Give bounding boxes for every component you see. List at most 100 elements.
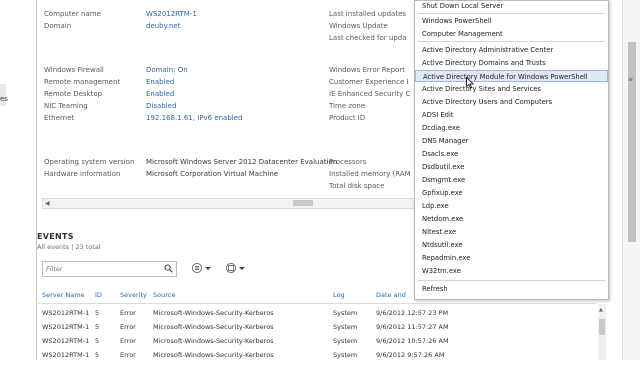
mouse-pointer-icon [466,76,475,91]
menu-item-ad-users-and-computers[interactable]: Active Directory Users and Computers [415,96,608,108]
cell-log: System [333,351,358,359]
nav-item-label[interactable]: es [0,95,8,103]
window-vertical-scrollbar[interactable]: ≡ [622,0,640,360]
menu-item-label: Ldp.exe [422,202,449,210]
table-row[interactable]: WS2012RTM-1 5 Error Microsoft-Windows-Se… [36,337,596,351]
menu-separator [418,13,605,14]
domain-label: Domain [44,22,72,30]
cell-server-name: WS2012RTM-1 [42,351,90,359]
list-options-icon [191,262,211,274]
menu-separator [418,280,605,281]
menu-item-w32tm[interactable]: W32tm.exe [415,265,608,277]
cell-log: System [333,337,358,345]
column-header-source[interactable]: Source [153,291,175,299]
cell-source: Microsoft-Windows-Security-Kerberos [153,323,274,331]
events-subtitle: All events | 23 total [37,243,101,251]
menu-item-dns-manager[interactable]: DNS Manager [415,135,608,147]
scrollbar-thumb[interactable] [599,319,605,335]
cell-server-name: WS2012RTM-1 [42,309,90,317]
table-row[interactable]: WS2012RTM-1 5 Error Microsoft-Windows-Se… [36,309,596,323]
search-icon[interactable] [164,264,173,275]
table-row[interactable]: WS2012RTM-1 5 Error Microsoft-Windows-Se… [36,323,596,337]
scrollbar-thumb[interactable] [628,42,636,242]
cell-severity: Error [120,309,136,317]
menu-item-label: W32tm.exe [422,267,461,275]
menu-item-label: Active Directory Domains and Trusts [422,59,546,67]
save-query-icon [225,262,245,274]
menu-item-label: ADSI Edit [422,111,454,119]
menu-item-ntdsutil[interactable]: Ntdsutil.exe [415,239,608,251]
nic-teaming-link[interactable]: Disabled [146,102,176,110]
scrollbar-thumb[interactable] [293,200,313,206]
scroll-left-arrow-icon[interactable]: ◀ [45,199,50,208]
menu-item-dsdbutil[interactable]: Dsdbutil.exe [415,161,608,173]
menu-item-ad-domains-and-trusts[interactable]: Active Directory Domains and Trusts [415,57,608,69]
menu-item-label: Dsacls.exe [422,150,459,158]
menu-item-nltest[interactable]: Nltest.exe [415,226,608,238]
cell-server-name: WS2012RTM-1 [42,323,90,331]
cell-source: Microsoft-Windows-Security-Kerberos [153,309,274,317]
menu-item-netdom[interactable]: Netdom.exe [415,213,608,225]
scroll-up-arrow-icon[interactable]: ▲ [599,307,603,313]
column-header-log[interactable]: Log [333,291,345,299]
menu-item-ad-sites-and-services[interactable]: Active Directory Sites and Services [415,83,608,95]
list-view-options-button[interactable] [191,262,213,274]
computer-name-label: Computer name [44,10,101,18]
menu-separator [418,41,605,42]
cell-severity: Error [120,337,136,345]
remote-desktop-link[interactable]: Enabled [146,90,174,98]
menu-item-shut-down-local-server[interactable]: Shut Down Local Server [415,0,608,12]
menu-item-label: Active Directory Sites and Services [422,85,542,93]
menu-item-ad-administrative-center[interactable]: Active Directory Administrative Center [415,44,608,56]
column-header-server-name[interactable]: Server Name [42,291,85,299]
cell-server-name: WS2012RTM-1 [42,337,90,345]
events-filter-input[interactable] [46,263,156,275]
customer-experience-label: Customer Experience I [329,78,409,86]
menu-item-dsacls[interactable]: Dsacls.exe [415,148,608,160]
column-header-severity[interactable]: Severity [120,291,147,299]
menu-item-label: Active Directory Module for Windows Powe… [423,73,588,81]
events-vertical-scrollbar[interactable]: ▲ [598,304,606,360]
menu-item-windows-powershell[interactable]: Windows PowerShell [415,15,608,27]
column-header-date[interactable]: Date and [376,291,406,299]
tools-dropdown-menu: Shut Down Local Server Windows PowerShel… [414,0,609,300]
menu-item-label: Nltest.exe [422,228,457,236]
menu-item-label: Repadmin.exe [422,254,471,262]
ethernet-link[interactable]: 192.168.1.61, IPv6 enabled [146,114,243,122]
nic-teaming-label: NIC Teaming [44,102,88,110]
cell-id: 5 [95,323,100,331]
cell-date: 9/6/2012 12:57:23 PM [376,309,449,317]
cell-date: 9/6/2012 11:57:27 AM [376,323,449,331]
product-id-label: Product ID [329,114,366,122]
table-row[interactable]: WS2012RTM-1 5 Error Microsoft-Windows-Se… [36,351,596,365]
left-navigation-pane: es [0,0,37,360]
menu-item-label: Dcdiag.exe [422,124,460,132]
menu-item-repadmin[interactable]: Repadmin.exe [415,252,608,264]
last-installed-updates-label: Last installed updates [329,10,407,18]
cell-log: System [333,309,358,317]
menu-item-label: Active Directory Administrative Center [422,46,554,54]
computer-name-link[interactable]: WS2012RTM-1 [146,10,197,18]
column-header-id[interactable]: ID [95,291,102,299]
menu-item-refresh[interactable]: Refresh [415,283,608,295]
processors-label: Processors [329,158,367,166]
remote-management-link[interactable]: Enabled [146,78,174,86]
windows-error-reporting-label: Windows Error Report [329,66,405,74]
events-filter-box[interactable] [42,261,177,277]
menu-item-ad-module-for-powershell[interactable]: Active Directory Module for Windows Powe… [415,70,608,82]
menu-item-computer-management[interactable]: Computer Management [415,28,608,40]
events-section-title: EVENTS [37,232,74,241]
windows-firewall-link[interactable]: Domain: On [146,66,188,74]
menu-item-adsi-edit[interactable]: ADSI Edit [415,109,608,121]
menu-item-dcdiag[interactable]: Dcdiag.exe [415,122,608,134]
cell-log: System [333,323,358,331]
domain-link[interactable]: deuby.net [146,22,181,30]
cell-source: Microsoft-Windows-Security-Kerberos [153,337,274,345]
save-query-button[interactable] [225,262,247,274]
menu-item-label: Netdom.exe [422,215,464,223]
menu-item-dsmgmt[interactable]: Dsmgmt.exe [415,174,608,186]
menu-item-gpfixup[interactable]: Gpfixup.exe [415,187,608,199]
os-version-label: Operating system version [44,158,135,166]
cell-source: Microsoft-Windows-Security-Kerberos [153,351,274,359]
menu-item-ldp[interactable]: Ldp.exe [415,200,608,212]
